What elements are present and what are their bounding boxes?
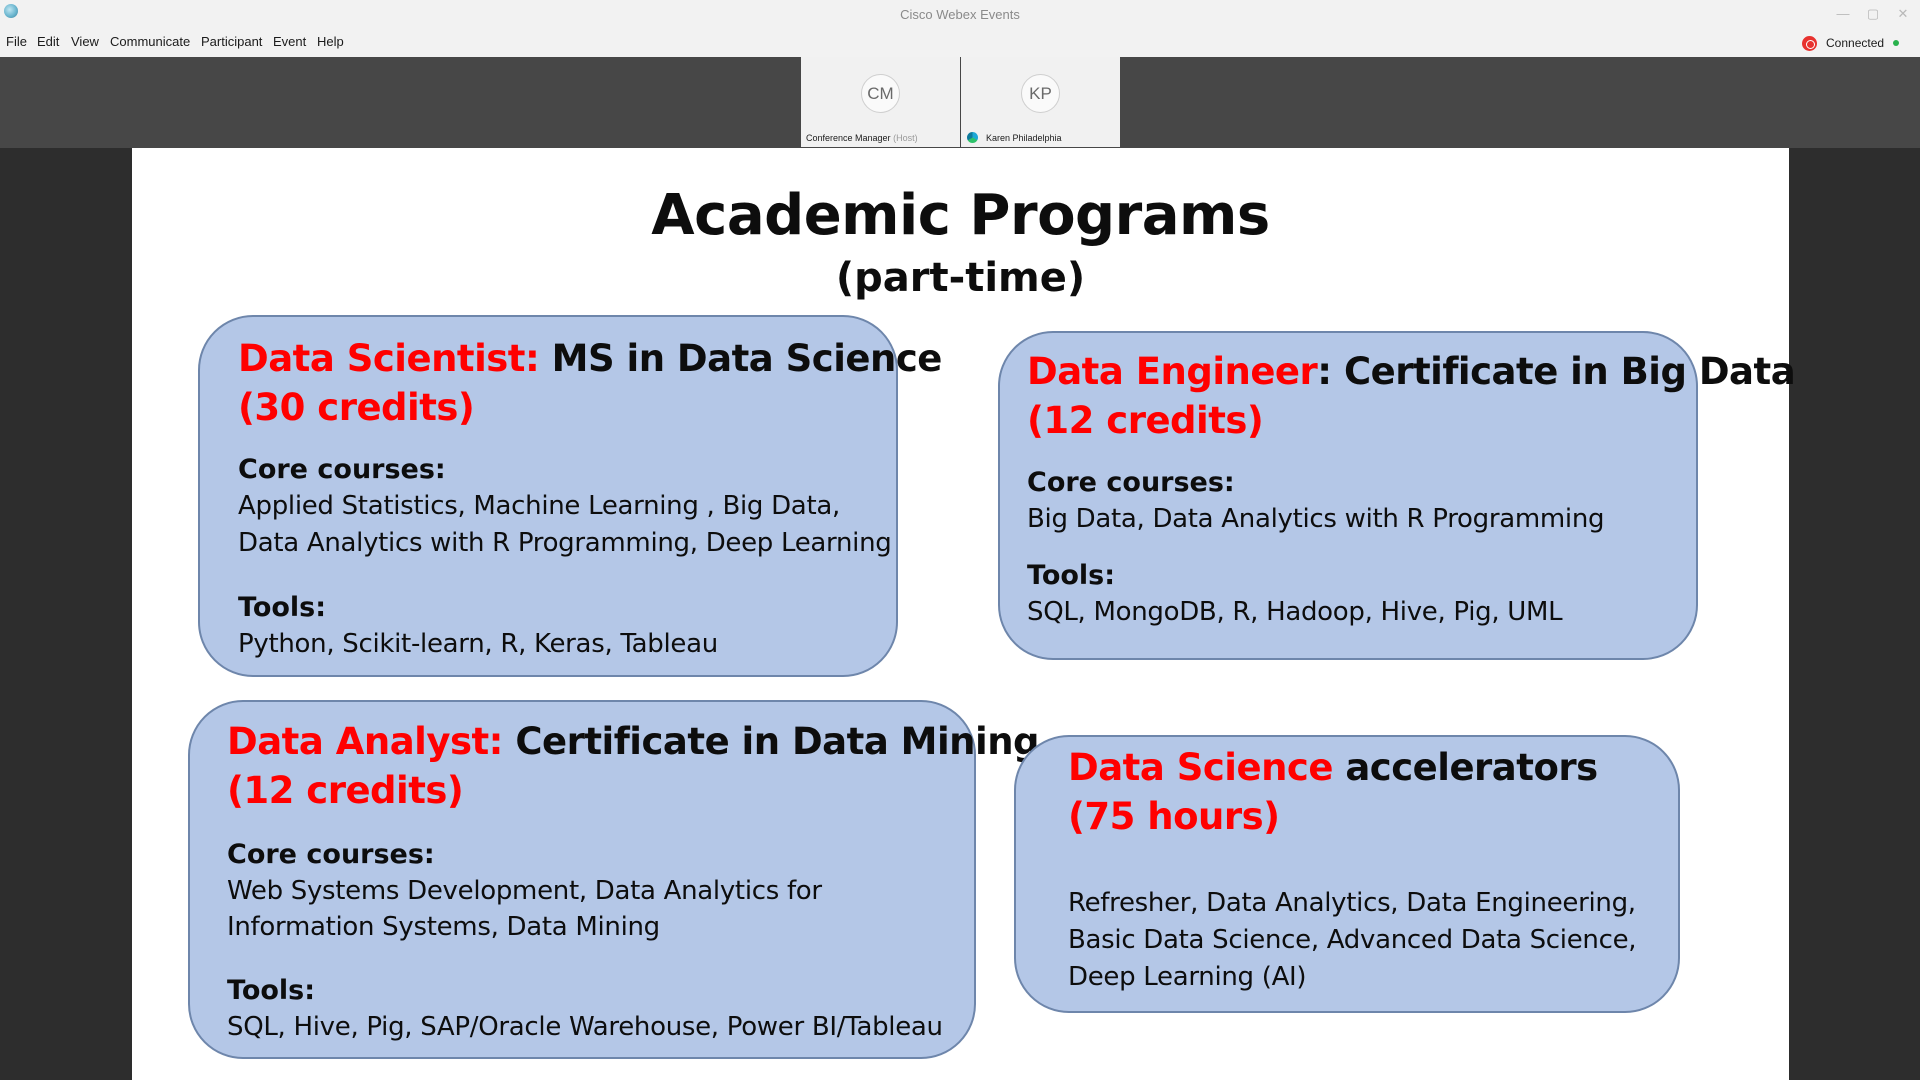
program-role: Data Analyst: xyxy=(227,720,503,763)
title-bar: Cisco Webex Events — ▢ ✕ xyxy=(0,0,1920,30)
core-courses-label: Core courses: xyxy=(1027,467,1235,498)
slide-title: Academic Programs xyxy=(651,183,1270,248)
participant-tile-karen-philadelphia[interactable]: KP Karen Philadelphia xyxy=(961,57,1120,147)
menu-view[interactable]: View xyxy=(71,34,99,49)
program-name: : Certificate in Big Data xyxy=(1317,350,1796,393)
participant-name: Karen Philadelphia xyxy=(986,133,1062,143)
program-box-data-engineer: Data Engineer: Certificate in Big Data (… xyxy=(998,331,1796,660)
menu-file[interactable]: File xyxy=(6,34,27,49)
tools-list: SQL, Hive, Pig, SAP/Oracle Warehouse, Po… xyxy=(227,1012,943,1042)
program-heading: Data Science accelerators xyxy=(1068,743,1598,792)
maximize-icon[interactable]: ▢ xyxy=(1858,4,1888,24)
menu-participant[interactable]: Participant xyxy=(201,34,262,49)
program-heading: Data Scientist: MS in Data Science xyxy=(238,334,942,383)
tools-label: Tools: xyxy=(1027,560,1116,591)
window-title: Cisco Webex Events xyxy=(900,7,1020,22)
accelerator-line: Deep Learning (AI) xyxy=(1068,962,1307,992)
program-name: Certificate in Data Mining xyxy=(502,720,1040,763)
accelerator-line: Refresher, Data Analytics, Data Engineer… xyxy=(1068,888,1636,918)
participant-tile-conference-manager[interactable]: CM Conference Manager (Host) xyxy=(801,57,960,147)
core-courses-label: Core courses: xyxy=(227,839,435,870)
core-courses-line: Data Analytics with R Programming, Deep … xyxy=(238,528,892,558)
tools-list: Python, Scikit-learn, R, Keras, Tableau xyxy=(238,629,718,659)
menu-communicate[interactable]: Communicate xyxy=(110,34,190,49)
program-name: MS in Data Science xyxy=(539,337,943,380)
participant-name: Conference Manager (Host) xyxy=(806,133,918,143)
slide-subtitle: (part-time) xyxy=(835,255,1086,301)
connected-indicator-icon xyxy=(1893,40,1900,46)
program-credits: (12 credits) xyxy=(227,769,464,812)
record-icon xyxy=(1802,35,1817,51)
tools-label: Tools: xyxy=(227,975,316,1006)
core-courses-line: Web Systems Development, Data Analytics … xyxy=(227,876,822,906)
core-courses-label: Core courses: xyxy=(238,454,446,485)
participant-name-text: Conference Manager xyxy=(806,133,891,143)
program-role: Data Science xyxy=(1068,746,1333,789)
program-box-data-scientist: Data Scientist: MS in Data Science (30 c… xyxy=(198,315,942,677)
webex-presence-icon xyxy=(967,132,978,143)
program-credits: (75 hours) xyxy=(1068,795,1280,838)
program-box-accelerators: Data Science accelerators (75 hours) Ref… xyxy=(1014,735,1680,1013)
close-icon[interactable]: ✕ xyxy=(1888,4,1918,24)
program-role: Data Scientist: xyxy=(238,337,540,380)
participant-strip xyxy=(0,57,1920,148)
menu-help[interactable]: Help xyxy=(317,34,344,49)
program-name: accelerators xyxy=(1332,746,1598,789)
host-tag: (Host) xyxy=(893,133,918,143)
menu-event[interactable]: Event xyxy=(273,34,306,49)
accelerator-line: Basic Data Science, Advanced Data Scienc… xyxy=(1068,925,1637,955)
avatar: CM xyxy=(861,74,900,113)
menu-edit[interactable]: Edit xyxy=(37,34,59,49)
avatar: KP xyxy=(1021,74,1060,113)
program-credits: (30 credits) xyxy=(238,386,475,429)
program-role: Data Engineer xyxy=(1027,350,1318,393)
presentation-slide: Academic Programs (part-time) Data Scien… xyxy=(132,148,1796,1080)
core-courses-line: Applied Statistics, Machine Learning , B… xyxy=(238,491,840,521)
program-heading: Data Analyst: Certificate in Data Mining xyxy=(227,717,1040,766)
program-box-data-analyst: Data Analyst: Certificate in Data Mining… xyxy=(188,700,1040,1059)
program-credits: (12 credits) xyxy=(1027,399,1264,442)
minimize-icon[interactable]: — xyxy=(1828,4,1858,24)
core-courses-line: Big Data, Data Analytics with R Programm… xyxy=(1027,504,1605,534)
menu-bar: File Edit View Communicate Participant E… xyxy=(0,30,1920,57)
connection-status-label: Connected xyxy=(1826,36,1885,50)
core-courses-line: Information Systems, Data Mining xyxy=(227,912,660,942)
tools-list: SQL, MongoDB, R, Hadoop, Hive, Pig, UML xyxy=(1027,597,1563,627)
connection-status[interactable]: Connected xyxy=(1802,33,1900,53)
program-heading: Data Engineer: Certificate in Big Data xyxy=(1027,347,1796,396)
tools-label: Tools: xyxy=(238,592,327,623)
